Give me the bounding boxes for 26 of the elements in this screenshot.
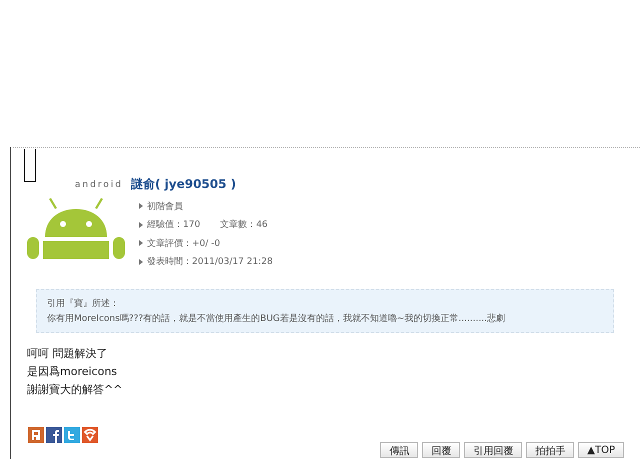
- quote-heading: 引用『寶』所述：: [47, 298, 120, 311]
- post-action-button[interactable]: 回覆: [422, 442, 460, 458]
- author-name[interactable]: 謎俞( jye90505 ): [131, 176, 640, 193]
- bullet-icon: [139, 222, 143, 228]
- facebook-share-icon[interactable]: [46, 427, 62, 443]
- android-robot-icon: [27, 197, 125, 259]
- member-info: 經驗值：170: [147, 218, 200, 232]
- bullet-icon: [139, 240, 143, 246]
- member-info: 發表時間：2011/03/17 21:28: [147, 256, 273, 268]
- post-action-button[interactable]: 引用回覆: [464, 442, 522, 458]
- post-text: 呵呵 問題解決了: [27, 346, 108, 362]
- member-info: 初階會員: [147, 200, 183, 213]
- plurk-share-icon[interactable]: [28, 427, 44, 443]
- share-icon[interactable]: [82, 427, 98, 443]
- member-info: 文章數：46: [220, 218, 268, 232]
- post-action-button[interactable]: ▲TOP: [578, 442, 624, 458]
- post-text: 是因爲moreicons: [27, 364, 118, 380]
- logo-text: android: [74, 180, 124, 190]
- post-action-button[interactable]: 拍拍手: [526, 442, 574, 458]
- bullet-icon: [139, 203, 143, 210]
- post-action-button[interactable]: 傳訊: [380, 442, 418, 458]
- quote-text: 你有用MoreIcons嗎???有的話，就是不當使用產生的BUG若是沒有的話，我就不知道嚕~我的切換正常..........悲劇: [47, 312, 506, 326]
- post-text: 謝謝寶大的解答^^: [27, 382, 124, 398]
- bullet-icon: [139, 258, 143, 265]
- outline-box: [24, 149, 36, 182]
- member-info: 文章評價：+0/ -0: [147, 238, 220, 250]
